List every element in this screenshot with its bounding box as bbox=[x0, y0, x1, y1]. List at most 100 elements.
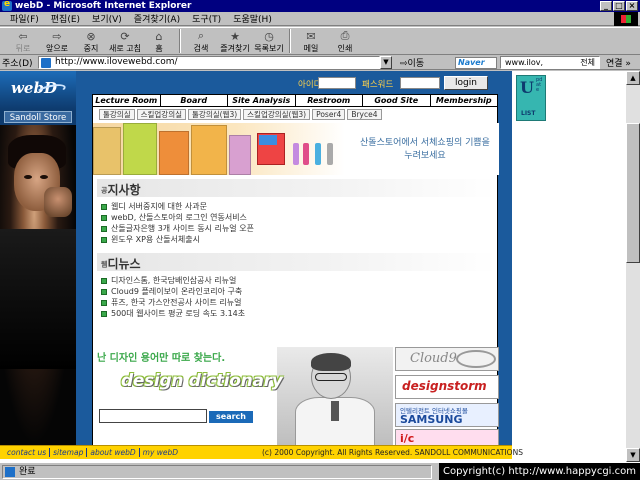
designstorm-ad[interactable]: designstorm bbox=[395, 375, 499, 399]
scroll-thumb[interactable] bbox=[626, 123, 640, 263]
menu-help[interactable]: 도움말(H) bbox=[227, 12, 278, 25]
refresh-button[interactable]: ⟳ 새로 고침 bbox=[108, 28, 142, 54]
back-button[interactable]: ⇦ 뒤로 bbox=[6, 28, 40, 54]
naver-search-logo[interactable]: Naver bbox=[455, 57, 497, 69]
close-button[interactable]: × bbox=[626, 1, 638, 11]
address-dropdown-button[interactable]: ▼ bbox=[380, 56, 392, 69]
id-input[interactable] bbox=[318, 77, 356, 89]
status-text: 완료 bbox=[19, 467, 36, 477]
notice-header: 공지사항 bbox=[97, 179, 497, 197]
address-label: 주소(D) bbox=[2, 59, 33, 69]
notice-list: 웹디 서버중지에 대한 사과문 webD, 산돌스토아의 로그인 연동서비스 산… bbox=[101, 201, 254, 245]
webd-logo[interactable]: webD bbox=[0, 71, 76, 109]
list-item[interactable]: Cloud9 플레이보이 온라인코리아 구축 bbox=[101, 286, 245, 297]
list-item[interactable]: 디자인스톰, 한국담배인삼공사 리뉴얼 bbox=[101, 275, 245, 286]
subnav-item[interactable]: 스킬업강의실(웹3) bbox=[243, 108, 311, 120]
refresh-icon: ⟳ bbox=[120, 29, 130, 43]
footer-link-contact[interactable]: contact us bbox=[4, 448, 51, 457]
forward-arrow-icon: ⇨ bbox=[52, 29, 62, 43]
dictionary-search-button[interactable]: search bbox=[209, 411, 253, 423]
store-banner[interactable]: 산돌스토어에서 서체쇼핑의 기쁨을 누려보세요 bbox=[93, 123, 499, 175]
scroll-up-button[interactable]: ▲ bbox=[626, 71, 640, 85]
cloud9-ad[interactable]: Cloud9 bbox=[395, 347, 499, 371]
printer-icon: ⎙ bbox=[340, 29, 350, 42]
webd-site: webD Sandoll Store 아이디 패스워드 login Lectur… bbox=[0, 71, 523, 459]
go-arrow-icon: ⇨ bbox=[400, 59, 408, 69]
mail-button[interactable]: ✉ 메일 bbox=[294, 28, 328, 54]
bullet-icon bbox=[101, 299, 107, 306]
status-bar: 완료 Copyright(c) http://www.happycgi.com bbox=[0, 462, 640, 480]
left-column: webD Sandoll Store bbox=[0, 71, 76, 445]
links-search-input[interactable]: www.ilov, 전체 bbox=[500, 56, 600, 69]
footer-link-mywebd[interactable]: my webD bbox=[140, 448, 181, 457]
go-button[interactable]: ⇨이동 bbox=[400, 56, 424, 69]
bullet-icon bbox=[101, 288, 107, 295]
stop-button[interactable]: ⊗ 중지 bbox=[74, 28, 108, 54]
man-photo bbox=[0, 125, 76, 445]
ad-column: Cloud9 designstorm 인텔리전트 인터넷쇼핑몰 SAMSUNG … bbox=[395, 347, 499, 449]
vertical-scrollbar[interactable]: ▲ ▼ bbox=[626, 71, 640, 462]
nav-site-analysis[interactable]: Site Analysis bbox=[228, 95, 296, 106]
webnews-header: 웹디뉴스 bbox=[97, 253, 497, 271]
password-input[interactable] bbox=[400, 77, 440, 89]
history-icon: ◷ bbox=[264, 29, 274, 43]
footer-link-sitemap[interactable]: sitemap bbox=[50, 448, 88, 457]
subnav-item[interactable]: Poser4 bbox=[312, 108, 346, 120]
maximize-button[interactable]: □ bbox=[613, 1, 625, 11]
address-input[interactable]: http://www.ilovewebd.com/ bbox=[38, 56, 380, 69]
history-button[interactable]: ◷ 목록보기 bbox=[252, 28, 286, 54]
menu-tools[interactable]: 도구(T) bbox=[186, 12, 227, 25]
address-bar: 주소(D) http://www.ilovewebd.com/ ▼ ⇨이동 Na… bbox=[0, 56, 640, 70]
nav-restroom[interactable]: Restroom bbox=[296, 95, 363, 106]
footer-link-about[interactable]: about webD bbox=[87, 448, 140, 457]
nav-board[interactable]: Board bbox=[161, 95, 228, 106]
page-icon bbox=[5, 467, 15, 477]
dictionary-search-input[interactable] bbox=[99, 409, 207, 423]
scroll-down-button[interactable]: ▼ bbox=[626, 448, 640, 462]
list-item[interactable]: 산돌글자은행 3개 사이트 동시 리뉴얼 오픈 bbox=[101, 223, 254, 234]
list-item[interactable]: 웹디 서버중지에 대한 사과문 bbox=[101, 201, 254, 212]
copyright-overlay: Copyright(c) http://www.happycgi.com bbox=[438, 463, 640, 480]
windows-logo-icon bbox=[614, 12, 638, 26]
sub-nav: 툴강의실 스킬업강의실 툴강의실(웹3) 스킬업강의실(웹3) Poser4 B… bbox=[92, 107, 498, 121]
menu-favorites[interactable]: 즐겨찾기(A) bbox=[128, 12, 186, 25]
favorites-button[interactable]: ★ 즐겨찾기 bbox=[218, 28, 252, 54]
search-button[interactable]: ⌕ 검색 bbox=[184, 28, 218, 54]
banner-text: 산돌스토어에서 서체쇼핑의 기쁨을 누려보세요 bbox=[360, 138, 490, 161]
nav-membership[interactable]: Membership bbox=[431, 95, 498, 106]
subnav-item[interactable]: 툴강의실(웹3) bbox=[188, 108, 242, 120]
list-item[interactable]: 윈도우 XP용 산돌서체출시 bbox=[101, 234, 254, 245]
title-bar: webD - Microsoft Internet Explorer _ □ × bbox=[0, 0, 640, 12]
nav-lecture-room[interactable]: Lecture Room bbox=[93, 95, 161, 106]
footer-links: contact us sitemap about webD my webD bbox=[4, 448, 181, 457]
toolbar-separator bbox=[289, 29, 291, 53]
print-button[interactable]: ⎙ 인쇄 bbox=[328, 28, 362, 54]
swirl-icon bbox=[456, 350, 496, 368]
mail-icon: ✉ bbox=[306, 29, 316, 43]
links-label[interactable]: 연결 » bbox=[606, 56, 631, 69]
menu-file[interactable]: 파일(F) bbox=[4, 12, 45, 25]
browser-viewport: webD Sandoll Store 아이디 패스워드 login Lectur… bbox=[0, 71, 626, 462]
minimize-button[interactable]: _ bbox=[600, 1, 612, 11]
forward-button[interactable]: ⇨ 앞으로 bbox=[40, 28, 74, 54]
menu-edit[interactable]: 편집(E) bbox=[45, 12, 86, 25]
sandoll-store-link[interactable]: Sandoll Store bbox=[4, 111, 72, 123]
subnav-item[interactable]: Bryce4 bbox=[347, 108, 382, 120]
menu-view[interactable]: 보기(V) bbox=[86, 12, 128, 25]
stop-icon: ⊗ bbox=[86, 29, 96, 43]
webnews-title: 디뉴스 bbox=[107, 257, 141, 271]
samsung-mall-ad[interactable]: 인텔리전트 인터넷쇼핑몰 SAMSUNG MALL bbox=[395, 403, 499, 427]
links-all-dropdown[interactable]: 전체 bbox=[580, 57, 595, 68]
notice-title: 지사항 bbox=[107, 183, 141, 197]
update-list-widget[interactable]: U pdate LIST bbox=[516, 75, 546, 121]
list-item[interactable]: 500대 웹사이트 평균 로딩 속도 3.14초 bbox=[101, 308, 245, 319]
bullet-icon bbox=[101, 214, 107, 221]
page-icon bbox=[41, 58, 51, 68]
subnav-item[interactable]: 스킬업강의실 bbox=[136, 108, 187, 120]
home-button[interactable]: ⌂ 홈 bbox=[142, 28, 176, 54]
nav-good-site[interactable]: Good Site bbox=[363, 95, 431, 106]
login-button[interactable]: login bbox=[444, 76, 488, 90]
list-item[interactable]: webD, 산돌스토아의 로그인 연동서비스 bbox=[101, 212, 254, 223]
list-item[interactable]: 퓨즈, 한국 가스안전공사 사이트 리뉴얼 bbox=[101, 297, 245, 308]
subnav-item[interactable]: 툴강의실 bbox=[99, 108, 135, 120]
